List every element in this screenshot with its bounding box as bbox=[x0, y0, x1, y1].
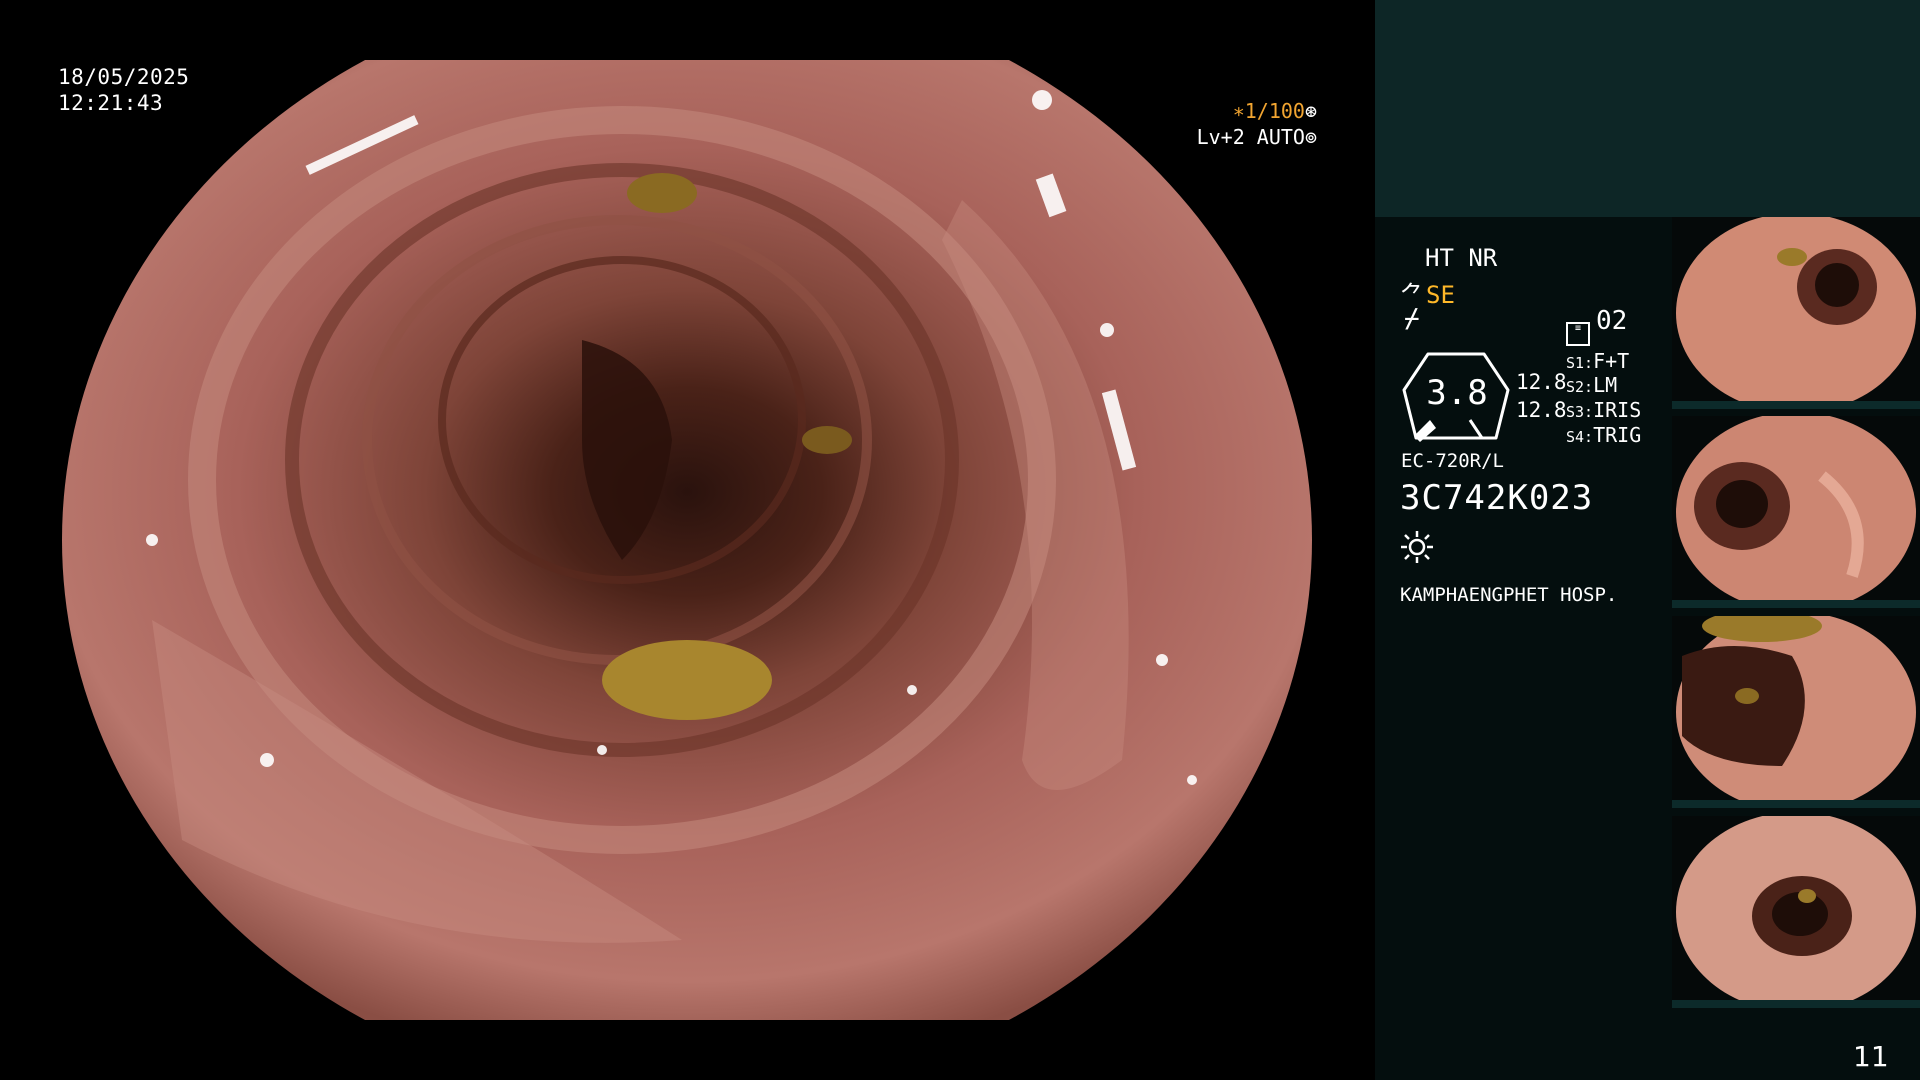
scope-model: EC-720R/L bbox=[1401, 450, 1504, 472]
thumbnail-image bbox=[1676, 217, 1916, 409]
mode-icon: ≡ bbox=[1566, 322, 1590, 346]
setting-s2: S2:LM bbox=[1566, 373, 1617, 397]
date-text: 18/05/2025 bbox=[58, 65, 190, 89]
value-a: 12.8 bbox=[1516, 370, 1567, 394]
value-b: 12.8 bbox=[1516, 398, 1567, 422]
thumbnail-bar bbox=[1672, 401, 1920, 409]
capture-thumbnail[interactable] bbox=[1672, 217, 1920, 409]
thumbnail-bar bbox=[1672, 600, 1920, 608]
time-text: 12:21:43 bbox=[58, 91, 164, 115]
setting-value: IRIS bbox=[1593, 398, 1642, 422]
setting-key: S4: bbox=[1566, 428, 1594, 446]
panel-header-area bbox=[1375, 0, 1920, 217]
setting-s1: S1:F+T bbox=[1566, 349, 1629, 373]
hospital-name: KAMPHAENGPHET HOSP. bbox=[1400, 584, 1618, 606]
setting-value: TRIG bbox=[1593, 423, 1642, 447]
enhance-label: SE bbox=[1426, 281, 1455, 309]
datetime-readout: 18/05/2025 12:21:43 bbox=[58, 64, 189, 116]
setting-key: S2: bbox=[1566, 378, 1594, 396]
setting-s4: S4:TRIG bbox=[1566, 423, 1641, 447]
setting-s3: S3:IRIS bbox=[1566, 398, 1641, 422]
setting-value: LM bbox=[1593, 373, 1618, 397]
light-level: Lv+2 AUTO bbox=[1196, 125, 1305, 149]
mode-row: ≡ 02 bbox=[1566, 306, 1627, 346]
capture-thumbnail[interactable] bbox=[1672, 616, 1920, 808]
thumbnail-bar bbox=[1672, 800, 1920, 808]
thumbnail-image bbox=[1676, 416, 1916, 608]
exposure-readout: ∗1/100⊛ Lv+2 AUTO⊚ bbox=[1197, 98, 1317, 150]
shutter-speed: ∗1/100 bbox=[1232, 99, 1305, 123]
thumbnail-bar bbox=[1672, 1000, 1920, 1008]
thumbnail-image bbox=[1676, 816, 1916, 1008]
gauge-value: 3.8 bbox=[1426, 373, 1488, 413]
flash-icon: ⌿ bbox=[1404, 304, 1420, 334]
mode-code: 02 bbox=[1596, 306, 1628, 336]
scope-serial: 3C742K023 bbox=[1400, 478, 1594, 518]
aperture-icon: ⊛ bbox=[1304, 99, 1317, 123]
capture-thumbnail[interactable] bbox=[1672, 816, 1920, 1008]
setting-value: F+T bbox=[1593, 349, 1630, 373]
light-source-icon bbox=[1401, 531, 1433, 563]
ht-nr-label: HT NR bbox=[1425, 244, 1498, 272]
iris-icon: ⊚ bbox=[1304, 125, 1317, 149]
colon-lumen-image bbox=[62, 60, 1312, 1020]
setting-key: S3: bbox=[1566, 403, 1594, 421]
capture-thumbnail[interactable] bbox=[1672, 416, 1920, 608]
page-number: 11 bbox=[1853, 1040, 1889, 1073]
endoscope-main-view: 18/05/2025 12:21:43 ∗1/100⊛ Lv+2 AUTO⊚ bbox=[0, 0, 1375, 1080]
thumbnail-image bbox=[1676, 616, 1916, 808]
setting-key: S1: bbox=[1566, 354, 1594, 372]
